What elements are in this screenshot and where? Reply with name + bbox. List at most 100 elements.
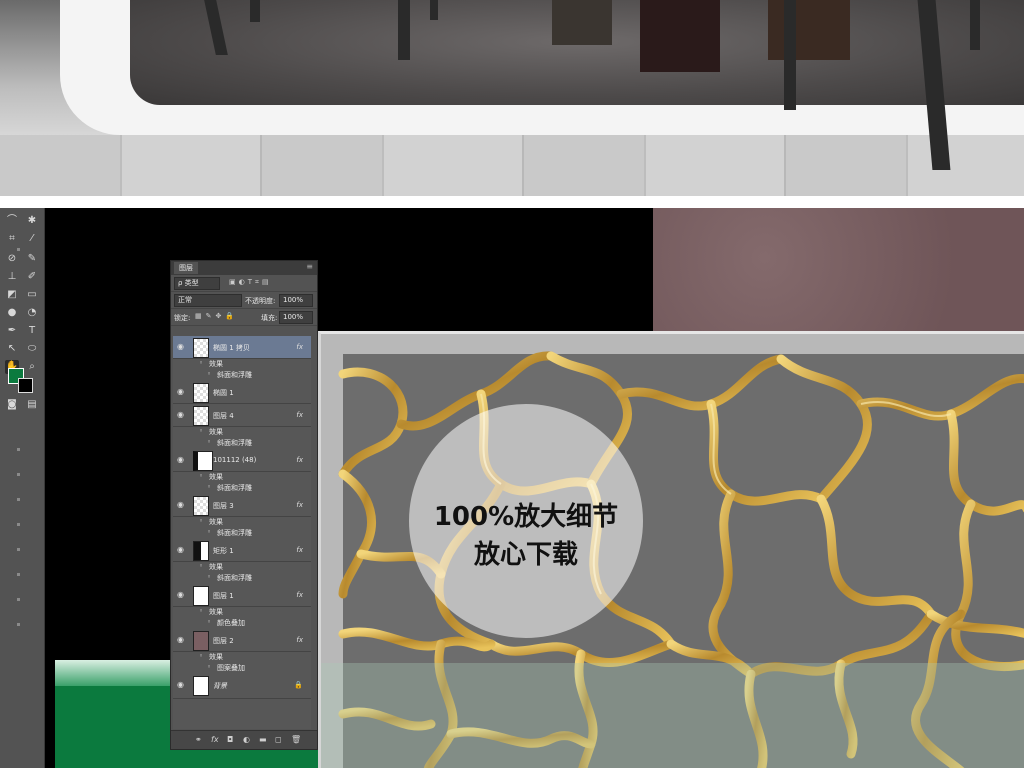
eraser-tool-icon[interactable]: ◩: [5, 288, 19, 302]
filter-icons[interactable]: ▣◐T⌗▤: [229, 278, 272, 287]
visibility-eye-icon[interactable]: ◉: [177, 545, 186, 554]
gradient-tool-icon[interactable]: ▭: [25, 288, 39, 302]
chair-leg: [430, 0, 438, 20]
effect-row: ◦ 斜面和浮雕: [173, 437, 311, 448]
tab-layers[interactable]: 图层: [174, 262, 198, 274]
effects-label: 效果: [209, 428, 223, 436]
layer-row[interactable]: ◉ 椭圆 1 拷贝 fx: [173, 336, 311, 359]
quick-mask-icon[interactable]: ◙: [5, 398, 19, 412]
type-tool-icon[interactable]: T: [25, 324, 39, 338]
fill-input[interactable]: 100%: [279, 311, 313, 324]
trash-icon[interactable]: 🗑: [291, 735, 301, 744]
layer-row[interactable]: ◉ 图层 2 fx: [173, 629, 311, 652]
layer-row[interactable]: ◉ 图层 4 fx: [173, 404, 311, 427]
fx-icon[interactable]: fx: [296, 636, 303, 644]
layer-name: 图层 1: [213, 592, 234, 600]
eye-icon[interactable]: ◦: [207, 483, 211, 491]
eye-icon[interactable]: ◦: [199, 472, 203, 480]
eye-icon[interactable]: ◦: [207, 663, 211, 671]
layer-name: 图层 2: [213, 637, 234, 645]
dodge-tool-icon[interactable]: ◔: [25, 306, 39, 320]
fx-icon[interactable]: fx: [296, 411, 303, 419]
visibility-eye-icon[interactable]: ◉: [177, 500, 186, 509]
visibility-eye-icon[interactable]: ◉: [177, 680, 186, 689]
visibility-eye-icon[interactable]: ◉: [177, 387, 186, 396]
visibility-eye-icon[interactable]: ◉: [177, 455, 186, 464]
separator-icon: [17, 573, 20, 576]
mask-icon[interactable]: ◘: [227, 735, 233, 744]
chair-leg: [970, 0, 980, 50]
link-icon[interactable]: ⚭: [195, 735, 202, 744]
chair-leg: [784, 0, 796, 110]
eye-icon[interactable]: ◦: [199, 562, 203, 570]
healing-brush-icon[interactable]: ⊘: [5, 252, 19, 266]
layer-row[interactable]: ◉ 矩形 1 fx: [173, 539, 311, 562]
eye-icon[interactable]: ◦: [207, 528, 211, 536]
blend-mode-select[interactable]: 正常: [174, 294, 242, 307]
adjustment-icon[interactable]: ◐: [243, 735, 250, 744]
fx-icon[interactable]: fx: [211, 735, 219, 744]
lock-icon: 🔒: [294, 681, 303, 689]
eye-icon[interactable]: ◦: [199, 359, 203, 367]
table-base: [552, 0, 612, 45]
visibility-eye-icon[interactable]: ◉: [177, 410, 186, 419]
separator-icon: [17, 548, 20, 551]
opacity-input[interactable]: 100%: [279, 294, 313, 307]
layer-row[interactable]: ◉ 101112 (48) fx: [173, 449, 311, 472]
fx-icon[interactable]: fx: [296, 591, 303, 599]
eye-icon[interactable]: ◦: [199, 652, 203, 660]
fx-icon[interactable]: fx: [296, 343, 303, 351]
eye-icon[interactable]: ◦: [207, 370, 211, 378]
separator-icon: [17, 523, 20, 526]
path-select-icon[interactable]: ↖: [5, 342, 19, 356]
quick-select-tool-icon[interactable]: ✱: [25, 214, 39, 228]
ellipse-tool-icon[interactable]: ⬭: [25, 342, 39, 356]
layers-panel: 图层 ≡ ρ 类型 ▣◐T⌗▤ 正常 不透明度: 100% 锁定: ▦✎✥🔒 填…: [170, 260, 318, 750]
eyedropper-tool-icon[interactable]: ⁄: [25, 232, 39, 246]
fx-icon[interactable]: fx: [296, 546, 303, 554]
visibility-eye-icon[interactable]: ◉: [177, 342, 186, 351]
layer-row[interactable]: ◉ 椭圆 1: [173, 381, 311, 404]
visibility-eye-icon[interactable]: ◉: [177, 590, 186, 599]
eye-icon[interactable]: ◦: [199, 427, 203, 435]
eye-icon[interactable]: ◦: [199, 607, 203, 615]
eye-icon[interactable]: ◦: [207, 438, 211, 446]
layer-name: 椭圆 1: [213, 389, 234, 397]
new-layer-icon[interactable]: ◻: [275, 735, 282, 744]
brush-tool-icon[interactable]: ✎: [25, 252, 39, 266]
lasso-tool-icon[interactable]: ⌒: [5, 214, 19, 228]
history-brush-icon[interactable]: ✐: [25, 270, 39, 284]
layer-thumbnail: [193, 451, 213, 471]
fill-label: 填充:: [261, 314, 278, 322]
layer-row[interactable]: ◉ 图层 1 fx: [173, 584, 311, 607]
filter-kind-select[interactable]: ρ 类型: [174, 277, 220, 290]
layer-name: 背景: [213, 682, 227, 690]
separator-icon: [17, 473, 20, 476]
panel-menu-icon[interactable]: ≡: [306, 262, 313, 271]
eye-icon[interactable]: ◦: [207, 573, 211, 581]
eye-icon[interactable]: ◦: [207, 618, 211, 626]
fx-icon[interactable]: fx: [296, 501, 303, 509]
folder-icon[interactable]: ▬: [259, 735, 267, 744]
stamp-tool-icon[interactable]: ⊥: [5, 270, 19, 284]
effects-label: 效果: [209, 563, 223, 571]
mauve-wall-swatch: [653, 208, 1024, 333]
background-color-swatch[interactable]: [18, 378, 33, 393]
effect-name: 斜面和浮雕: [217, 574, 252, 582]
chair-leg: [398, 0, 410, 60]
visibility-eye-icon[interactable]: ◉: [177, 635, 186, 644]
screen-mode-icon[interactable]: ▤: [25, 398, 39, 412]
layer-row[interactable]: ◉ 图层 3 fx: [173, 494, 311, 517]
separator-icon: [17, 623, 20, 626]
pen-tool-icon[interactable]: ✒: [5, 324, 19, 338]
eye-icon[interactable]: ◦: [199, 517, 203, 525]
lock-icons[interactable]: ▦✎✥🔒: [195, 312, 238, 320]
crop-tool-icon[interactable]: ⌗: [5, 232, 19, 246]
interior-photo: [0, 0, 1024, 196]
document-canvas[interactable]: 100%放大细节 放心下载 图层 ≡ ρ 类型 ▣◐T⌗▤ 正常 不透明度: 1…: [45, 208, 1024, 768]
layer-row[interactable]: ◉ 背景 🔒: [173, 674, 311, 699]
blur-tool-icon[interactable]: ●: [5, 306, 19, 320]
zoom-tool-icon[interactable]: ⌕: [25, 360, 39, 374]
effects-row: ◦ 效果: [173, 426, 311, 437]
fx-icon[interactable]: fx: [296, 456, 303, 464]
